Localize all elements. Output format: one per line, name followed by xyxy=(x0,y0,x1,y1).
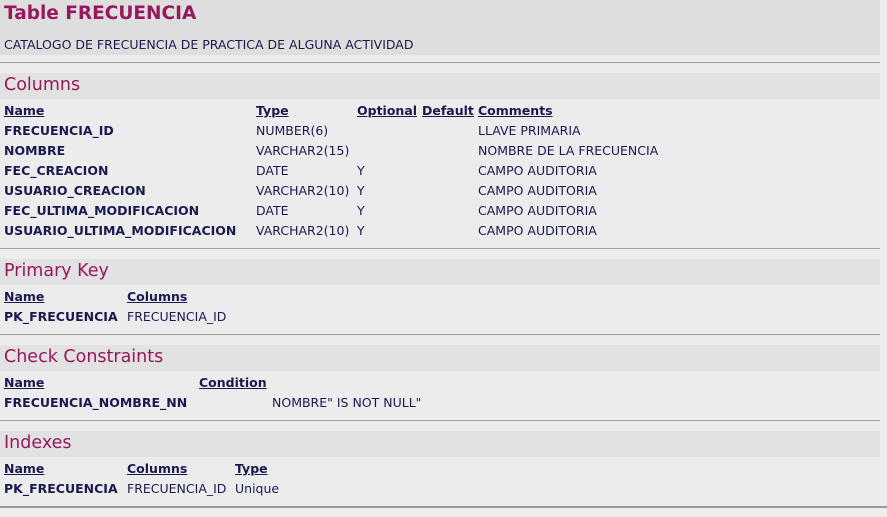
table-row: NOMBRE VARCHAR2(15) NOMBRE DE LA FRECUEN… xyxy=(0,141,880,161)
column-type-cell: DATE xyxy=(256,163,289,178)
column-comments-cell: LLAVE PRIMARIA xyxy=(478,123,581,138)
table-row: FEC_ULTIMA_MODIFICACION DATE Y CAMPO AUD… xyxy=(0,201,880,221)
index-type-cell: Unique xyxy=(235,481,280,496)
column-comments-cell: CAMPO AUDITORIA xyxy=(478,183,597,198)
column-name-cell: USUARIO_ULTIMA_MODIFICACION xyxy=(4,223,237,238)
column-header-default[interactable]: Default xyxy=(422,103,474,118)
table-row: USUARIO_ULTIMA_MODIFICACION VARCHAR2(10)… xyxy=(0,221,880,241)
constraint-condition-cell: NOMBRE" IS NOT NULL" xyxy=(272,395,422,410)
column-optional-cell: Y xyxy=(357,163,365,178)
column-name-cell: NOMBRE xyxy=(4,143,66,158)
index-name-cell: PK_FRECUENCIA xyxy=(4,481,118,496)
divider xyxy=(0,420,880,421)
divider xyxy=(0,248,880,249)
table-header-row: Name Condition xyxy=(0,373,880,393)
page-title: Table FRECUENCIA xyxy=(4,3,197,24)
table-row: PK_FRECUENCIA FRECUENCIA_ID Unique xyxy=(0,479,880,499)
table-header-row: Name Columns xyxy=(0,287,880,307)
column-header-name[interactable]: Name xyxy=(4,103,44,118)
divider xyxy=(0,62,880,63)
table-row: PK_FRECUENCIA FRECUENCIA_ID xyxy=(0,307,880,327)
column-optional-cell: Y xyxy=(357,183,365,198)
column-type-cell: VARCHAR2(15) xyxy=(256,143,350,158)
index-columns-cell: FRECUENCIA_ID xyxy=(127,481,227,496)
column-header-columns[interactable]: Columns xyxy=(127,461,187,476)
section-title-check-constraints: Check Constraints xyxy=(4,347,164,367)
table-row: FRECUENCIA_NOMBRE_NN NOMBRE" IS NOT NULL… xyxy=(0,393,880,413)
check-constraints-section-header: Check Constraints xyxy=(0,345,880,371)
table-row: FRECUENCIA_ID NUMBER(6) LLAVE PRIMARIA xyxy=(0,121,880,141)
table-header-row: Name Type Optional Default Comments xyxy=(0,101,880,121)
column-optional-cell: Y xyxy=(357,223,365,238)
column-type-cell: NUMBER(6) xyxy=(256,123,329,138)
table-header-block: Table FRECUENCIA CATALOGO DE FRECUENCIA … xyxy=(0,0,880,55)
column-header-name[interactable]: Name xyxy=(4,289,44,304)
table-header-row: Name Columns Type xyxy=(0,459,880,479)
column-header-optional[interactable]: Optional xyxy=(357,103,417,118)
column-header-columns[interactable]: Columns xyxy=(127,289,187,304)
divider xyxy=(0,334,880,335)
table-row: USUARIO_CREACION VARCHAR2(10) Y CAMPO AU… xyxy=(0,181,880,201)
column-comments-cell: CAMPO AUDITORIA xyxy=(478,203,597,218)
column-header-condition[interactable]: Condition xyxy=(199,375,267,390)
section-title-columns: Columns xyxy=(4,75,81,95)
column-header-name[interactable]: Name xyxy=(4,461,44,476)
column-header-type[interactable]: Type xyxy=(235,461,268,476)
column-header-comments[interactable]: Comments xyxy=(478,103,553,118)
column-header-name[interactable]: Name xyxy=(4,375,44,390)
column-name-cell: FRECUENCIA_ID xyxy=(4,123,114,138)
table-row: FEC_CREACION DATE Y CAMPO AUDITORIA xyxy=(0,161,880,181)
column-type-cell: VARCHAR2(10) xyxy=(256,183,350,198)
key-name-cell: PK_FRECUENCIA xyxy=(4,309,118,324)
column-optional-cell: Y xyxy=(357,203,365,218)
column-name-cell: FEC_CREACION xyxy=(4,163,109,178)
divider xyxy=(0,506,887,508)
primary-key-section-header: Primary Key xyxy=(0,259,880,285)
column-comments-cell: NOMBRE DE LA FRECUENCIA xyxy=(478,143,659,158)
section-title-primary-key: Primary Key xyxy=(4,261,109,281)
column-name-cell: USUARIO_CREACION xyxy=(4,183,146,198)
column-type-cell: VARCHAR2(10) xyxy=(256,223,350,238)
key-columns-cell: FRECUENCIA_ID xyxy=(127,309,227,324)
column-comments-cell: CAMPO AUDITORIA xyxy=(478,223,597,238)
column-name-cell: FEC_ULTIMA_MODIFICACION xyxy=(4,203,200,218)
column-comments-cell: CAMPO AUDITORIA xyxy=(478,163,597,178)
column-type-cell: DATE xyxy=(256,203,289,218)
table-description: CATALOGO DE FRECUENCIA DE PRACTICA DE AL… xyxy=(4,37,414,52)
constraint-name-cell: FRECUENCIA_NOMBRE_NN xyxy=(4,395,188,410)
section-title-indexes: Indexes xyxy=(4,433,72,453)
indexes-section-header: Indexes xyxy=(0,431,880,457)
column-header-type[interactable]: Type xyxy=(256,103,289,118)
columns-section-header: Columns xyxy=(0,73,880,99)
